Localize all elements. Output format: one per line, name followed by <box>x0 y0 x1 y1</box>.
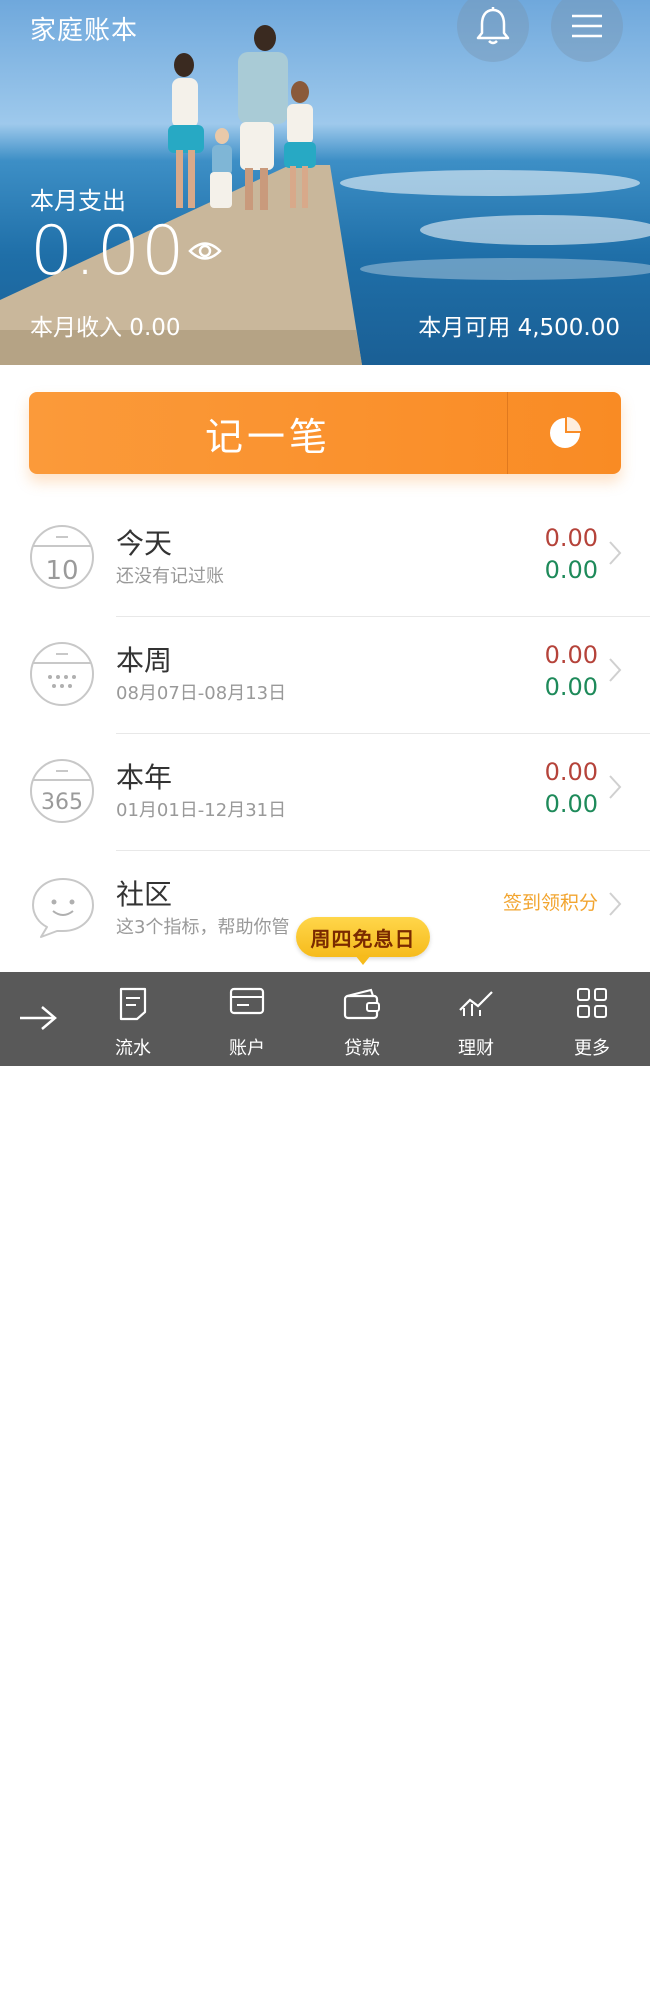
chat-smile-icon <box>32 878 94 938</box>
promo-badge[interactable]: 周四免息日 <box>296 917 430 957</box>
row-subtitle: 08月07日-08月13日 <box>116 683 287 704</box>
tab-label: 账户 <box>229 1038 265 1059</box>
row-expense: 0.00 <box>544 524 598 552</box>
tab-accounts[interactable]: 账户 <box>197 972 297 1066</box>
app-title: 家庭账本 <box>30 16 139 46</box>
list-item-year[interactable]: 365 本年 01月01日-12月31日 0.00 0.00 <box>0 734 650 851</box>
row-title: 本周 <box>116 644 173 677</box>
row-income: 0.00 <box>544 673 598 701</box>
row-expense: 0.00 <box>544 758 598 786</box>
chart-button[interactable] <box>508 392 621 474</box>
monthly-available: 本月可用 4,500.00 <box>418 315 620 341</box>
list-item-week[interactable]: 本周 08月07日-08月13日 0.00 0.00 <box>0 617 650 734</box>
bell-icon <box>476 7 510 45</box>
calendar-week-icon <box>30 642 94 706</box>
chevron-right-icon <box>609 892 622 916</box>
watermark-url: zhinan.sogou.com <box>475 1991 630 2011</box>
pie-chart-icon <box>549 417 581 448</box>
calendar-year-number: 365 <box>41 790 83 815</box>
tab-finance[interactable]: 理财 <box>426 972 526 1066</box>
more-icon <box>577 988 607 1018</box>
promo-badge-tail <box>355 955 371 965</box>
tab-more[interactable]: 更多 <box>542 972 642 1066</box>
list-item-today[interactable]: 10 今天 还没有记过账 0.00 0.00 <box>0 500 650 617</box>
eye-icon <box>188 242 222 260</box>
monthly-income: 本月收入 0.00 <box>30 315 181 341</box>
row-subtitle: 01月01日-12月31日 <box>116 800 287 821</box>
row-title: 本年 <box>116 761 173 794</box>
tab-transactions[interactable]: 流水 <box>83 972 183 1066</box>
card-icon <box>229 987 265 1015</box>
arrow-right-icon <box>20 1006 57 1030</box>
tab-label: 理财 <box>458 1038 494 1059</box>
row-income: 0.00 <box>544 790 598 818</box>
monthly-expense-amount: 0.00 <box>30 212 186 291</box>
row-title: 今天 <box>116 527 173 560</box>
chevron-right-icon <box>609 658 622 682</box>
hamburger-icon <box>572 14 602 38</box>
row-expense: 0.00 <box>544 641 598 669</box>
wallet-icon <box>343 988 380 1020</box>
tab-exit[interactable] <box>0 972 76 1066</box>
chevron-right-icon <box>609 775 622 799</box>
record-entry-button[interactable]: 记一笔 <box>29 392 507 474</box>
tab-loans[interactable]: 贷款 <box>312 972 412 1066</box>
signin-points-link[interactable]: 签到领积分 <box>503 888 598 915</box>
calendar-day-number: 10 <box>45 556 79 586</box>
monthly-expense-label: 本月支出 <box>30 187 126 215</box>
document-icon <box>119 987 147 1021</box>
bottom-tab-bar: 流水 账户 贷款 理财 更多 搜狗指南 zhinan.sogou.com <box>0 972 650 2011</box>
tab-label: 更多 <box>574 1038 610 1059</box>
toggle-visibility-button[interactable] <box>188 238 222 268</box>
row-subtitle: 这3个指标，帮助你管 <box>116 917 290 938</box>
watermark-text: 搜狗指南 <box>470 1958 566 1986</box>
row-title: 社区 <box>116 878 173 911</box>
chevron-right-icon <box>609 541 622 565</box>
tab-label: 流水 <box>115 1038 151 1059</box>
chart-icon <box>459 991 493 1016</box>
tab-label: 贷款 <box>344 1038 380 1059</box>
record-bar: 记一笔 <box>29 392 621 474</box>
header-banner: 家庭账本 本月支出 0.00 本月收入 0.00 本月可用 4,500.00 <box>0 0 650 365</box>
row-subtitle: 还没有记过账 <box>116 566 224 587</box>
row-income: 0.00 <box>544 556 598 584</box>
